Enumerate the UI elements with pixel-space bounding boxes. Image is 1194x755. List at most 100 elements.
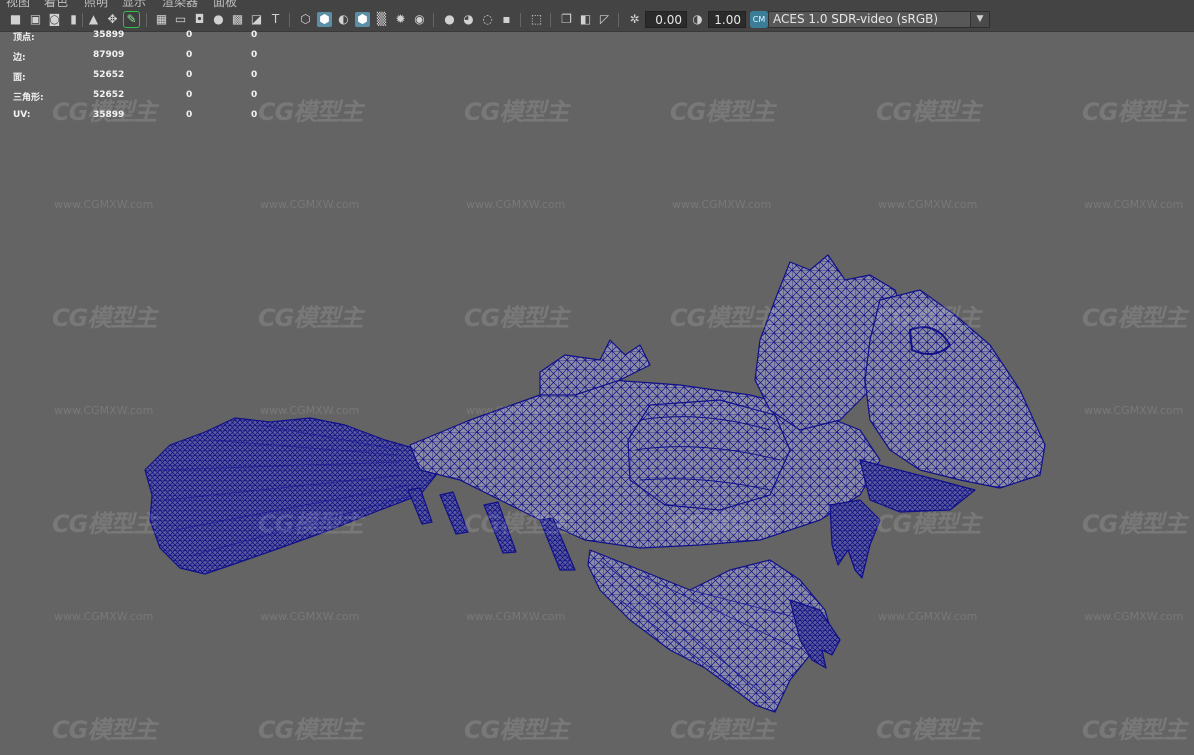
watermark-url: www.CGMXW.com	[54, 610, 154, 623]
menu-renderer[interactable]: 渲染器	[162, 0, 198, 8]
front-claw	[829, 499, 881, 579]
watermark-logo: CG模型主	[876, 98, 981, 126]
viewport-toolbar: ■ ▣ ◙ ▮ ▲ ✥ ✎ ▦ ▭ ◘ ● ▩ ◪ T ⬡ ⬢ ◐ ⬢ ▒ ✹ …	[0, 8, 1194, 32]
color-space-dropdown[interactable]: ACES 1.0 SDR-video (sRGB) ▼	[768, 11, 990, 28]
gamma-input[interactable]: 1.00	[708, 11, 746, 28]
film-gate-icon[interactable]: ▭	[173, 12, 188, 27]
backface-culling-icon[interactable]: ◸	[597, 12, 612, 27]
tail-fan	[144, 417, 441, 575]
hud-total: 35899	[93, 30, 125, 40]
hud-selected: 0	[186, 70, 193, 80]
watermark-logo: CG模型主	[670, 304, 775, 332]
watermark-logo: CG模型主	[876, 304, 981, 332]
watermark-logo: CG模型主	[876, 510, 981, 538]
menu-shading[interactable]: 着色	[44, 0, 68, 8]
toolbar-separator	[146, 13, 147, 27]
xray-active-icon[interactable]: ◧	[578, 12, 593, 27]
exposure-input[interactable]: 0.00	[645, 11, 687, 28]
hud-selected: 0	[186, 110, 193, 120]
watermark-logo: CG模型主	[52, 510, 157, 538]
hud-label: 三角形:	[13, 93, 44, 103]
watermark-url: www.CGMXW.com	[260, 610, 360, 623]
menu-show[interactable]: 显示	[122, 0, 146, 8]
watermark-logo: CG模型主	[1082, 304, 1187, 332]
hud-uv: 0	[251, 110, 258, 120]
resolution-gate-icon[interactable]: ◘	[192, 12, 207, 27]
watermark-logo: CG模型主	[464, 304, 569, 332]
screen-space-ao-icon[interactable]: ●	[442, 12, 457, 27]
wireframe-on-shaded-icon[interactable]: ⬢	[355, 12, 370, 27]
hud-label: 边:	[13, 53, 26, 63]
camera-attributes-icon[interactable]: ◙	[47, 12, 62, 27]
watermark-url: www.CGMXW.com	[878, 198, 978, 211]
dropdown-arrow-icon[interactable]: ▼	[970, 12, 989, 27]
isolate-select-icon[interactable]: ⬚	[529, 12, 544, 27]
2d-pan-zoom-icon[interactable]: ✥	[105, 12, 120, 27]
toolbar-separator	[289, 13, 290, 27]
xray-joints-icon[interactable]: ❐	[559, 12, 574, 27]
image-plane-icon[interactable]: ▲	[86, 12, 101, 27]
watermark-logo: CG模型主	[1082, 510, 1187, 538]
watermark-logo: CG模型主	[258, 304, 363, 332]
shade-lit-icon[interactable]: ◐	[336, 12, 351, 27]
watermark-logo: CG模型主	[670, 716, 775, 744]
safe-title-icon[interactable]: T	[268, 12, 283, 27]
depth-of-field-icon[interactable]: ▪	[499, 12, 514, 27]
menu-lighting[interactable]: 照明	[84, 0, 108, 8]
smooth-shade-icon[interactable]: ⬢	[317, 12, 332, 27]
wireframe-icon[interactable]: ⬡	[298, 12, 313, 27]
viewport-canvas[interactable]	[0, 32, 1194, 755]
watermark-logo: CG模型主	[258, 510, 363, 538]
hud-selected: 0	[186, 50, 193, 60]
watermark-url: www.CGMXW.com	[1084, 610, 1184, 623]
bookmark-icon[interactable]: ▮	[66, 12, 81, 27]
hud-total: 52652	[93, 70, 125, 80]
watermark-logo: CG模型主	[258, 716, 363, 744]
belly-fin-1	[407, 487, 433, 525]
use-default-light-icon[interactable]: ✹	[393, 12, 408, 27]
shadows-icon[interactable]: ◉	[412, 12, 427, 27]
toolbar-separator	[520, 13, 521, 27]
watermark-logo: CG模型主	[1082, 98, 1187, 126]
watermark-url: www.CGMXW.com	[54, 198, 154, 211]
hud-selected: 0	[186, 90, 193, 100]
watermark-url: www.CGMXW.com	[878, 610, 978, 623]
watermark-logo: CG模型主	[670, 510, 775, 538]
hud-uv: 0	[251, 50, 258, 60]
watermark-url: www.CGMXW.com	[260, 198, 360, 211]
watermark-url: www.CGMXW.com	[878, 404, 978, 417]
hud-label: UV:	[13, 110, 31, 120]
watermark-logo: CG模型主	[464, 98, 569, 126]
gate-mask-icon[interactable]: ●	[211, 12, 226, 27]
camera-icon[interactable]: ■	[8, 12, 23, 27]
xray-icon[interactable]: ▒	[374, 12, 389, 27]
watermark-logo: CG模型主	[52, 98, 157, 126]
grid-icon[interactable]: ▦	[154, 12, 169, 27]
toolbar-separator	[618, 13, 619, 27]
gamma-icon[interactable]: ◑	[690, 12, 705, 27]
color-space-label: ACES 1.0 SDR-video (sRGB)	[773, 12, 939, 26]
viewport-menu-bar: 视图 着色 照明 显示 渲染器 面板	[0, 0, 1194, 8]
menu-panels[interactable]: 面板	[213, 0, 237, 8]
field-chart-icon[interactable]: ▩	[230, 12, 245, 27]
watermark-logo: CG模型主	[258, 98, 363, 126]
watermark-url: www.CGMXW.com	[466, 404, 566, 417]
watermark-url: www.CGMXW.com	[672, 198, 772, 211]
grease-pencil-icon[interactable]: ✎	[123, 11, 140, 28]
hud-selected: 0	[186, 30, 193, 40]
motion-blur-icon[interactable]: ◕	[461, 12, 476, 27]
watermark-logo: CG模型主	[464, 716, 569, 744]
color-management-icon[interactable]: CM	[750, 11, 768, 28]
camera-lock-icon[interactable]: ▣	[28, 12, 43, 27]
watermark-url: www.CGMXW.com	[466, 198, 566, 211]
watermark-logo: CG模型主	[52, 304, 157, 332]
anti-alias-icon[interactable]: ◌	[480, 12, 495, 27]
watermark-url: www.CGMXW.com	[1084, 198, 1184, 211]
watermark-logo: CG模型主	[464, 510, 569, 538]
safe-action-icon[interactable]: ◪	[249, 12, 264, 27]
hud-total: 87909	[93, 50, 125, 60]
toolbar-separator	[550, 13, 551, 27]
watermark-url: www.CGMXW.com	[672, 610, 772, 623]
exposure-icon[interactable]: ✲	[627, 12, 642, 27]
menu-view[interactable]: 视图	[6, 0, 30, 8]
